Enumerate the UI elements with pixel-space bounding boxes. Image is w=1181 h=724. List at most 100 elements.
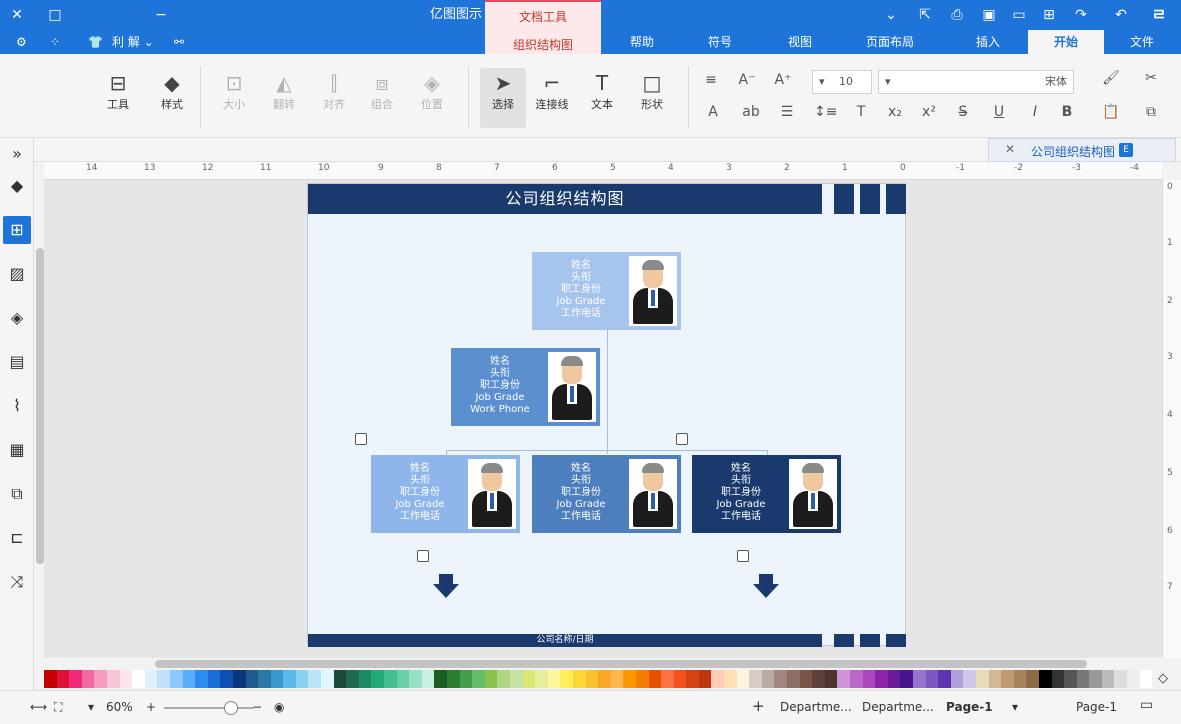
chevron-down-icon[interactable]: ▾ xyxy=(88,700,94,714)
color-swatch[interactable] xyxy=(950,670,964,688)
font-color-icon[interactable]: A xyxy=(702,104,724,120)
horizontal-scrollbar[interactable] xyxy=(155,660,1087,668)
align-text-icon[interactable]: ≡ xyxy=(700,72,722,88)
color-swatch[interactable] xyxy=(1001,670,1014,688)
org-card-top[interactable]: 姓名 头衔 职工身份 Job Grade 工作电话 xyxy=(532,252,681,330)
color-swatch[interactable] xyxy=(572,670,586,688)
expand-branch-icon[interactable] xyxy=(417,550,429,562)
color-swatch[interactable] xyxy=(975,670,989,688)
text-button[interactable]: T 文本 xyxy=(582,68,622,128)
color-swatch[interactable] xyxy=(887,670,901,688)
color-swatch[interactable] xyxy=(232,670,246,688)
tab-home[interactable]: 开始 xyxy=(1028,30,1104,54)
line-spacing-icon[interactable]: ↕≡ xyxy=(814,104,837,120)
add-page-icon[interactable]: + xyxy=(752,697,765,715)
color-swatch[interactable] xyxy=(409,670,422,688)
copy-icon[interactable]: ⧉ xyxy=(1140,104,1162,120)
color-swatch[interactable] xyxy=(144,670,158,688)
color-swatch[interactable] xyxy=(875,670,888,688)
text-format-icon[interactable]: T xyxy=(850,104,872,120)
font-size-select[interactable]: 10 ▾ xyxy=(812,70,872,94)
position-button[interactable]: ◈ 位置 xyxy=(412,68,452,128)
color-swatch[interactable] xyxy=(963,670,976,688)
color-swatch[interactable] xyxy=(245,670,259,688)
zoom-level[interactable]: 60% xyxy=(106,700,133,714)
color-swatch[interactable] xyxy=(673,670,687,688)
color-swatch[interactable] xyxy=(686,670,699,688)
paste-icon[interactable]: 📋 xyxy=(1100,104,1122,120)
tab-insert[interactable]: 插入 xyxy=(950,30,1026,54)
tools-button[interactable]: ⊟ 工具 xyxy=(98,68,138,128)
fill-icon[interactable]: ◇ xyxy=(1158,671,1168,686)
collapse-branch-icon[interactable] xyxy=(355,433,367,445)
bold-icon[interactable]: B xyxy=(1056,104,1078,120)
org-card-left[interactable]: 姓名 头衔 职工身份 Job Grade 工作电话 xyxy=(371,455,520,533)
image-icon[interactable]: ▨ xyxy=(3,260,31,288)
color-swatch[interactable] xyxy=(988,670,1002,688)
close-window-icon[interactable]: ✕ xyxy=(6,0,28,30)
color-swatch[interactable] xyxy=(358,670,372,688)
color-swatch[interactable] xyxy=(44,670,57,688)
fit-width-icon[interactable]: ⟷ xyxy=(30,700,47,714)
color-swatch[interactable] xyxy=(169,670,183,688)
color-swatch[interactable] xyxy=(106,670,120,688)
play-icon[interactable]: ◉ xyxy=(274,700,284,714)
group-button[interactable]: ⧈ 组合 xyxy=(362,68,402,128)
color-swatch[interactable] xyxy=(698,670,712,688)
color-swatch[interactable] xyxy=(522,670,536,688)
color-swatch[interactable] xyxy=(749,670,762,688)
color-swatch[interactable] xyxy=(1076,670,1090,688)
color-swatch[interactable] xyxy=(119,670,133,688)
expand-panel-icon[interactable]: » xyxy=(3,140,31,168)
drawing-canvas[interactable]: 公司组织结构图 姓名 头衔 职工身份 Job Grade 工作电话 姓名 头衔 xyxy=(44,180,1162,658)
color-swatch[interactable] xyxy=(207,670,221,688)
org-card-assistant[interactable]: 姓名 头衔 职工身份 Job Grade Work Phone xyxy=(451,348,600,426)
color-swatch[interactable] xyxy=(434,670,447,688)
color-swatch[interactable] xyxy=(736,670,750,688)
color-swatch[interactable] xyxy=(824,670,838,688)
color-swatch[interactable] xyxy=(547,670,561,688)
page[interactable]: 公司组织结构图 姓名 头衔 职工身份 Job Grade 工作电话 姓名 头衔 xyxy=(307,183,906,647)
color-swatch[interactable] xyxy=(195,670,208,688)
format-painter-icon[interactable]: 🖌 xyxy=(1100,70,1122,86)
text-case-icon[interactable]: ab xyxy=(740,104,762,120)
zoom-slider[interactable] xyxy=(164,707,254,709)
collapse-branch-icon[interactable] xyxy=(676,433,688,445)
share-graph-icon[interactable]: ⚯ xyxy=(174,30,184,54)
color-swatch[interactable] xyxy=(1013,670,1027,688)
restore-window-icon[interactable]: − xyxy=(150,0,172,30)
color-swatch[interactable] xyxy=(421,670,435,688)
color-swatch[interactable] xyxy=(346,670,359,688)
expand-branch-icon[interactable] xyxy=(737,550,749,562)
tab-page-layout[interactable]: 页面布局 xyxy=(852,30,928,54)
chevron-down-icon[interactable]: ▾ xyxy=(1012,700,1018,714)
color-swatch[interactable] xyxy=(635,670,649,688)
page-tab[interactable]: Departme... xyxy=(862,700,934,714)
color-swatch[interactable] xyxy=(912,670,926,688)
color-swatch[interactable] xyxy=(69,670,82,688)
quick-access-dropdown-icon[interactable]: ⌄ xyxy=(880,0,902,30)
color-swatch[interactable] xyxy=(711,670,725,688)
color-swatch[interactable] xyxy=(295,670,309,688)
undo-icon[interactable]: ↶ xyxy=(1110,0,1132,30)
color-swatch[interactable] xyxy=(396,670,410,688)
color-swatch[interactable] xyxy=(497,670,510,688)
color-swatch[interactable] xyxy=(648,670,662,688)
apps-icon[interactable]: ⁘ xyxy=(50,30,60,54)
color-swatch[interactable] xyxy=(258,670,271,688)
color-palette[interactable] xyxy=(44,670,1153,688)
color-swatch[interactable] xyxy=(56,670,70,688)
tab-help[interactable]: 帮助 xyxy=(604,30,680,54)
font-family-select[interactable]: 宋体 ▾ xyxy=(878,70,1074,94)
increase-font-icon[interactable]: A⁺ xyxy=(772,72,794,88)
color-swatch[interactable] xyxy=(1026,670,1039,688)
chart-header-bar[interactable]: 公司组织结构图 xyxy=(308,184,822,214)
color-swatch[interactable] xyxy=(610,670,624,688)
color-swatch[interactable] xyxy=(308,670,322,688)
page-view-icon[interactable]: ▭ xyxy=(1140,697,1153,713)
org-card-center[interactable]: 姓名 头衔 职工身份 Job Grade 工作电话 xyxy=(532,455,681,533)
context-tab-group[interactable]: 文档工具 组织结构图 xyxy=(485,0,601,54)
shirt-icon[interactable]: 👕 xyxy=(88,30,103,54)
color-swatch[interactable] xyxy=(724,670,737,688)
shuffle-icon[interactable]: ⤨ xyxy=(3,568,31,596)
